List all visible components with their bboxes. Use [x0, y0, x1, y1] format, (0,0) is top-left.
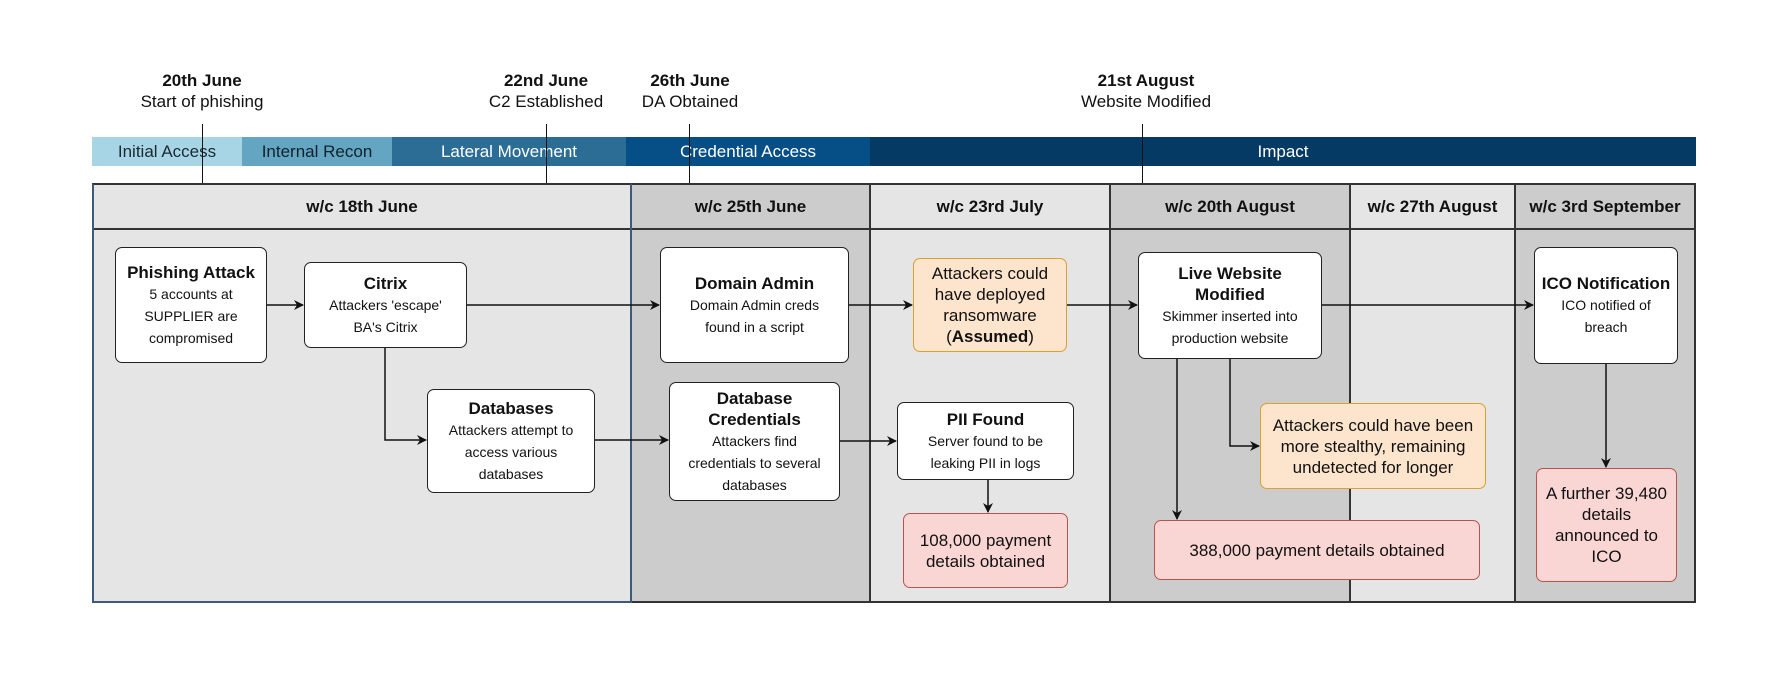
node-text: Attackers could have been more stealthy,…	[1272, 415, 1474, 477]
node-ransomware-assumed: Attackers could have deployed ransomware…	[913, 258, 1067, 352]
milestone-desc: DA Obtained	[641, 92, 739, 111]
node-title: Databases	[468, 398, 554, 418]
week-header: w/c 18th June	[94, 185, 630, 230]
node-text-main: Attackers could have deployed ransomware	[931, 264, 1049, 325]
week-header: w/c 3rd September	[1516, 185, 1694, 230]
node-desc: ICO notified of breach	[1561, 297, 1651, 335]
node-title: Citrix	[363, 273, 408, 293]
milestone-date: 22nd June	[503, 71, 589, 90]
phase-internal-recon: Internal Recon	[242, 137, 392, 166]
milestone-desc: C2 Established	[488, 92, 604, 111]
milestone-date: 21st August	[1097, 71, 1195, 90]
node-further-details: A further 39,480 details announced to IC…	[1536, 468, 1677, 582]
node-databases: Databases Attackers attempt to access va…	[427, 389, 595, 493]
milestone-tick	[689, 124, 690, 183]
node-phishing-attack: Phishing Attack 5 accounts at SUPPLIER a…	[115, 247, 267, 363]
node-desc: Skimmer inserted into production website	[1162, 307, 1298, 346]
node-title: Phishing Attack	[127, 262, 255, 282]
milestone-desc: Website Modified	[1080, 92, 1212, 111]
node-title: ICO Notification	[1541, 274, 1671, 293]
milestone-date: 26th June	[650, 71, 730, 90]
milestone-tick	[546, 124, 547, 183]
week-header: w/c 20th August	[1111, 185, 1349, 230]
node-domain-admin: Domain Admin Domain Admin creds found in…	[660, 247, 849, 363]
node-title: Domain Admin	[694, 273, 815, 293]
node-pii-found: PII Found Server found to be leaking PII…	[897, 402, 1074, 480]
node-stealthy: Attackers could have been more stealthy,…	[1260, 403, 1486, 489]
week-header: w/c 25th June	[632, 185, 869, 230]
node-title: Database Credentials	[708, 388, 801, 429]
phase-initial-access: Initial Access	[92, 137, 242, 166]
node-desc: Server found to be leaking PII in logs	[927, 432, 1044, 471]
node-desc: Attackers find credentials to several da…	[688, 432, 821, 493]
node-citrix: Citrix Attackers 'escape' BA's Citrix	[304, 262, 467, 348]
milestone-desc: Start of phishing	[140, 92, 264, 111]
week-header: w/c 27th August	[1351, 185, 1514, 230]
node-388k-payment-details: 388,000 payment details obtained	[1154, 520, 1480, 580]
node-desc: Attackers attempt to access various data…	[448, 421, 574, 482]
milestone-21st-august: 21st August Website Modified	[1081, 70, 1211, 112]
node-text: 108,000 payment details obtained	[919, 530, 1052, 571]
milestone-26th-june: 26th June DA Obtained	[642, 70, 738, 112]
phase-lateral-movement: Lateral Movement	[392, 137, 626, 166]
phase-impact: Impact	[870, 137, 1696, 166]
node-108k-payment-details: 108,000 payment details obtained	[903, 513, 1068, 588]
node-text-close: )	[1028, 327, 1034, 346]
node-text: Attackers could have deployed ransomware…	[925, 263, 1055, 347]
node-title: PII Found	[946, 409, 1025, 429]
phase-credential-access: Credential Access	[626, 137, 870, 166]
node-database-credentials: Database Credentials Attackers find cred…	[669, 382, 840, 501]
milestone-tick	[202, 124, 203, 183]
milestone-tick	[1142, 124, 1143, 183]
node-text: 388,000 payment details obtained	[1189, 540, 1445, 560]
assumed-label: Assumed	[951, 327, 1029, 346]
node-ico-notification: ICO Notification ICO notified of breach	[1534, 247, 1678, 364]
milestone-22nd-june: 22nd June C2 Established	[489, 70, 603, 112]
week-header: w/c 23rd July	[871, 185, 1109, 230]
node-desc: 5 accounts at SUPPLIER are compromised	[144, 285, 238, 346]
node-desc: Attackers 'escape' BA's Citrix	[329, 296, 442, 335]
node-live-website-modified: Live Website Modified Skimmer inserted i…	[1138, 252, 1322, 359]
node-title: Live Website Modified	[1178, 263, 1282, 304]
milestone-20th-june: 20th June Start of phishing	[141, 70, 264, 112]
node-desc: Domain Admin creds found in a script	[689, 296, 820, 335]
milestone-date: 20th June	[162, 71, 242, 90]
node-text: A further 39,480 details announced to IC…	[1546, 484, 1667, 566]
